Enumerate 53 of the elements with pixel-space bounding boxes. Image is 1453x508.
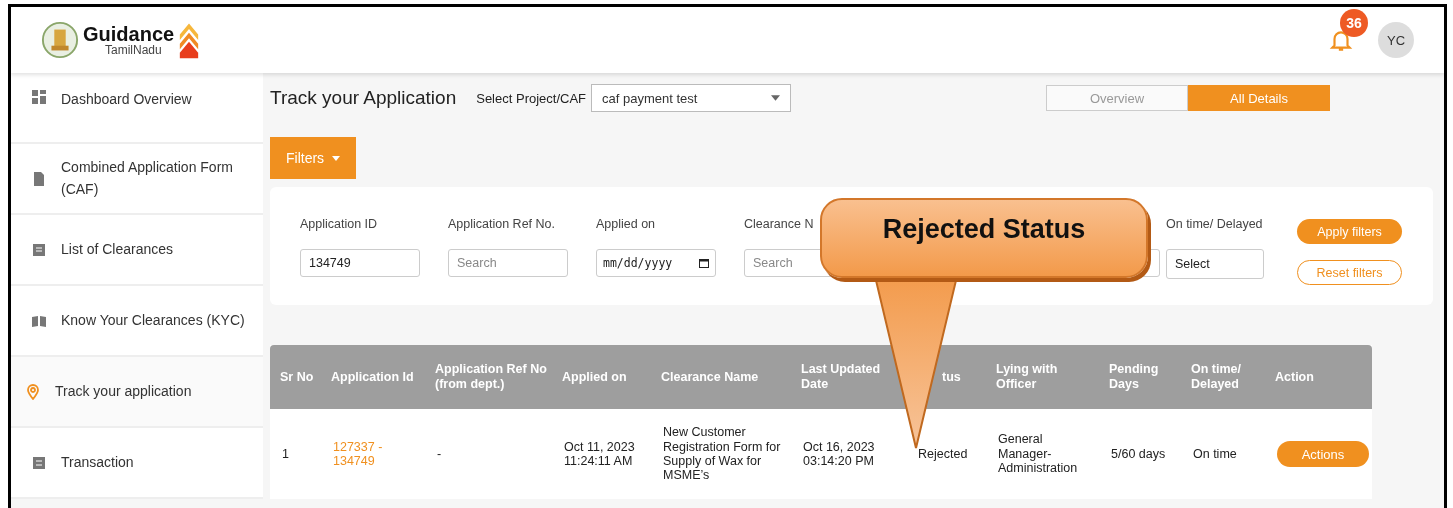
date-input[interactable]: mm/dd/yyyy — [596, 249, 716, 277]
column-header: Action — [1274, 369, 1315, 385]
caret-icon — [332, 155, 341, 161]
table-cell-text: On time — [1192, 446, 1238, 462]
column-header: Sr No — [279, 369, 315, 385]
column-header: Clearance Name — [660, 369, 760, 385]
project-dropdown[interactable]: caf payment test — [591, 84, 792, 112]
sidebar-item[interactable]: Know Your Clearances (KYC) — [11, 286, 263, 355]
column-header: Applied on — [561, 369, 628, 385]
list-icon — [31, 241, 47, 258]
chevron-stack-icon — [178, 21, 201, 59]
column-header: On time/ Delayed — [1190, 362, 1242, 392]
grid-icon — [31, 89, 47, 105]
location-pin-icon — [25, 383, 41, 400]
filter-label: On time/ Delayed — [1166, 217, 1264, 233]
sidebar-item[interactable]: Combined Application Form (CAF) — [11, 144, 263, 213]
sidebar-item[interactable]: Track your application — [11, 357, 263, 426]
filter-label: Clearance N — [744, 217, 815, 233]
table-cell-text: Oct 11, 2023 11:24:11 AM — [563, 439, 636, 469]
logo-subtitle: TamilNadu — [105, 44, 163, 56]
column-header: Application Id — [330, 369, 415, 385]
callout-text: Rejected Status — [882, 214, 1086, 246]
filter-input[interactable]: 134749 — [300, 249, 420, 277]
document-icon — [31, 170, 47, 187]
filter-label: Application ID — [300, 217, 379, 233]
select-field[interactable]: Select — [1166, 249, 1264, 279]
sidebar-item[interactable]: List of Clearances — [11, 215, 263, 284]
table-cell-text: - — [436, 446, 443, 462]
table-cell-text: 1 — [281, 446, 290, 462]
logo-title: Guidance — [83, 24, 175, 44]
column-header: Application Ref No (from dept.) — [434, 362, 548, 392]
caret-icon — [771, 95, 781, 101]
filter-input[interactable]: Search — [448, 249, 568, 277]
sidebar-item[interactable]: Dashboard Overview — [11, 73, 263, 142]
sidebar-item[interactable]: Transaction — [11, 428, 263, 497]
calendar-icon — [699, 258, 709, 268]
filter-label: Applied on — [596, 217, 657, 233]
column-header: Pending Days — [1108, 362, 1160, 392]
card-icon — [31, 454, 47, 471]
column-header: Last Updated Date — [800, 362, 882, 392]
table-cell-text: 5/60 days — [1110, 446, 1167, 462]
user-avatar[interactable]: YC — [1378, 22, 1414, 58]
page-title: Track your Application — [270, 87, 457, 109]
table-cell-text: Oct 16, 2023 03:14:20 PM — [802, 439, 876, 469]
emblem-icon — [41, 21, 79, 59]
notification-badge: 36 — [1340, 9, 1368, 37]
table-cell-text: New Customer Registration Form for Supply of Wax for MSME’s — [662, 425, 782, 483]
table-cell-text: Rejected — [917, 446, 969, 462]
filter-label: Application Ref No. — [448, 217, 556, 233]
table-cell-text: General Manager-Administration — [997, 432, 1079, 476]
column-header: tus — [941, 369, 962, 385]
column-header: Lying with Officer — [995, 362, 1059, 392]
project-label: Select Project/CAF — [476, 90, 587, 106]
